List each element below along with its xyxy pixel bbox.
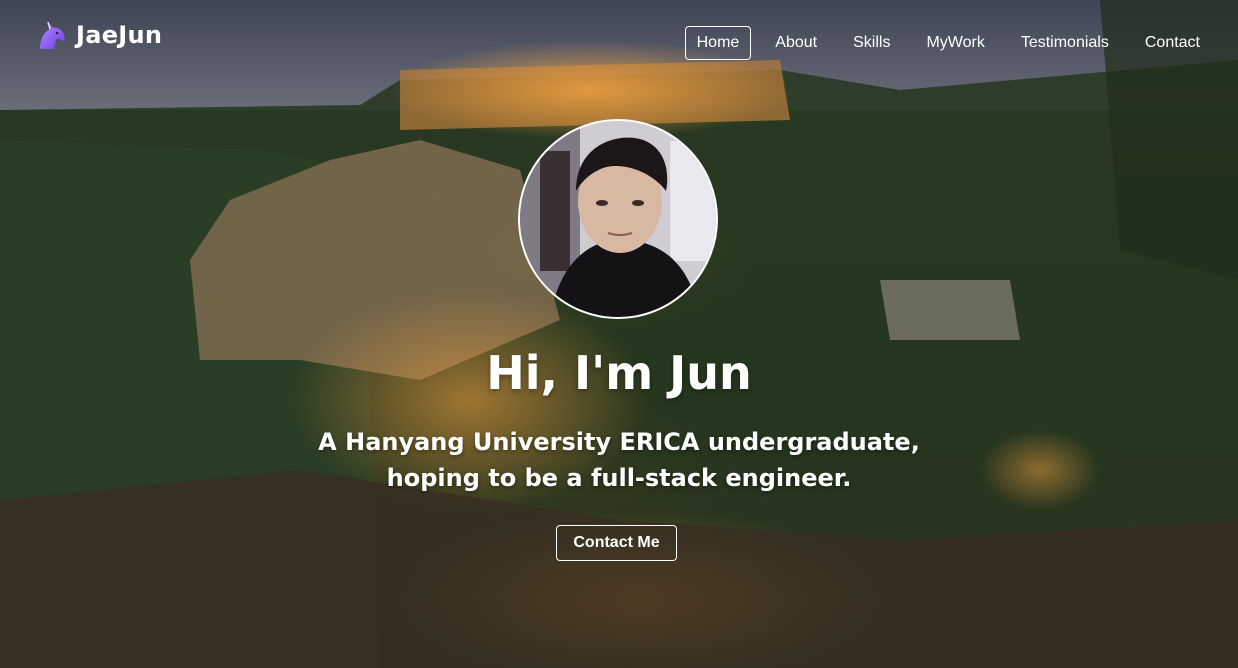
unicorn-icon [40, 21, 65, 49]
brand-logo[interactable]: JaeJun [36, 19, 162, 51]
navbar: JaeJun Home About Skills MyWork Testimon… [0, 0, 1238, 80]
profile-avatar [518, 119, 718, 319]
brand-name: JaeJun [76, 21, 163, 49]
nav-menu: Home About Skills MyWork Testimonials Co… [673, 26, 1212, 60]
nav-item-testimonials[interactable]: Testimonials [1009, 26, 1121, 60]
nav-item-home[interactable]: Home [684, 26, 752, 60]
nav-item-about[interactable]: About [763, 26, 829, 60]
home-section: JaeJun Home About Skills MyWork Testimon… [0, 0, 1238, 668]
nav-item-mywork[interactable]: MyWork [914, 26, 996, 60]
contact-me-button[interactable]: Contact Me [556, 525, 677, 561]
nav-item-contact[interactable]: Contact [1133, 26, 1212, 60]
hero-subtitle-line-2: hoping to be a full-stack engineer. [386, 464, 852, 492]
hero-subtitle: A Hanyang University ERICA undergraduate… [0, 424, 1238, 496]
nav-item-skills[interactable]: Skills [841, 26, 902, 60]
hero-subtitle-line-1: A Hanyang University ERICA undergraduate… [318, 428, 920, 456]
hero-title: Hi, I'm Jun [486, 346, 752, 400]
background-image [0, 0, 1238, 668]
profile-photo [520, 121, 716, 317]
